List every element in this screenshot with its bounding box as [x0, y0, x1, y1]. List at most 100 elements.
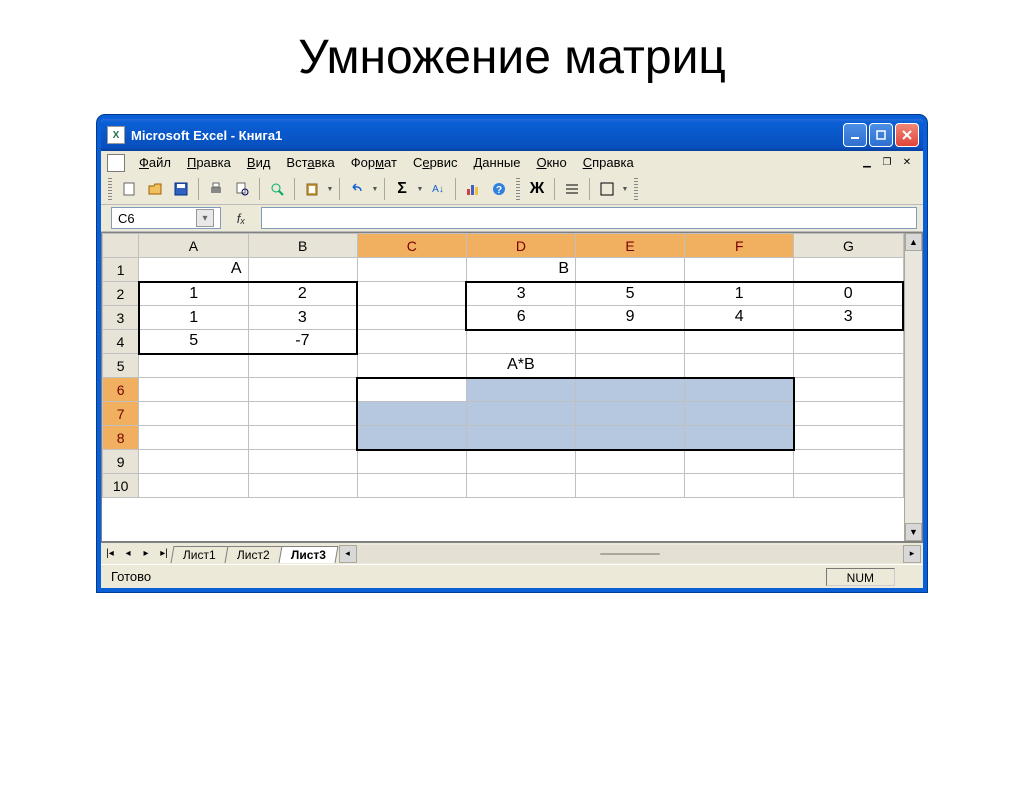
row-header-4[interactable]: 4: [103, 330, 139, 354]
menu-help[interactable]: Справка: [575, 153, 642, 172]
cell-B3[interactable]: 3: [248, 306, 357, 330]
cell-C1[interactable]: [357, 258, 466, 282]
menu-tools[interactable]: Сервис: [405, 153, 466, 172]
maximize-button[interactable]: [869, 123, 893, 147]
sheet-tab-2[interactable]: Лист2: [224, 546, 282, 563]
print-preview-button[interactable]: [230, 177, 254, 201]
tab-nav-prev[interactable]: ◂: [119, 545, 137, 563]
undo-button[interactable]: [345, 177, 369, 201]
cell-F8[interactable]: [685, 426, 794, 450]
cell-F6[interactable]: [685, 378, 794, 402]
cell-G3[interactable]: 3: [794, 306, 903, 330]
cell-C7[interactable]: [357, 402, 466, 426]
fx-button[interactable]: fₓ: [227, 211, 255, 226]
row-header-7[interactable]: 7: [103, 402, 139, 426]
cell-F2[interactable]: 1: [685, 282, 794, 306]
borders-dropdown[interactable]: ▼: [621, 186, 629, 193]
cell-C6[interactable]: [357, 378, 466, 402]
scroll-down-button[interactable]: ▼: [905, 523, 922, 541]
menu-file[interactable]: Файл: [131, 153, 179, 172]
paste-button[interactable]: [300, 177, 324, 201]
name-box-dropdown[interactable]: ▾: [196, 209, 214, 227]
name-box[interactable]: C6 ▾: [111, 207, 221, 229]
cell-E9[interactable]: [576, 450, 685, 474]
row-header-9[interactable]: 9: [103, 450, 139, 474]
menu-data[interactable]: Данные: [465, 153, 528, 172]
row-header-1[interactable]: 1: [103, 258, 139, 282]
cell-G9[interactable]: [794, 450, 903, 474]
cell-G6[interactable]: [794, 378, 903, 402]
cell-D8[interactable]: [466, 426, 575, 450]
doc-minimize-button[interactable]: ▁: [859, 156, 875, 170]
cell-E6[interactable]: [576, 378, 685, 402]
cell-F3[interactable]: 4: [685, 306, 794, 330]
cell-D1[interactable]: B: [466, 258, 575, 282]
cell-C3[interactable]: [357, 306, 466, 330]
borders-button[interactable]: [595, 177, 619, 201]
cell-A10[interactable]: [139, 474, 248, 498]
cell-D9[interactable]: [466, 450, 575, 474]
window-close-button[interactable]: [895, 123, 919, 147]
menu-insert[interactable]: Вставка: [278, 153, 342, 172]
cell-C4[interactable]: [357, 330, 466, 354]
col-header-A[interactable]: A: [139, 234, 248, 258]
cell-A4[interactable]: 5: [139, 330, 248, 354]
cell-D10[interactable]: [466, 474, 575, 498]
cell-G10[interactable]: [794, 474, 903, 498]
cell-A3[interactable]: 1: [139, 306, 248, 330]
doc-close-button[interactable]: ✕: [899, 156, 915, 170]
cell-D4[interactable]: [466, 330, 575, 354]
autosum-dropdown[interactable]: ▼: [416, 186, 424, 193]
cell-F5[interactable]: [685, 354, 794, 378]
cell-E7[interactable]: [576, 402, 685, 426]
cell-C2[interactable]: [357, 282, 466, 306]
tab-nav-next[interactable]: ▸: [137, 545, 155, 563]
cell-D2[interactable]: 3: [466, 282, 575, 306]
cell-B10[interactable]: [248, 474, 357, 498]
scroll-track[interactable]: [905, 251, 922, 523]
cell-A1[interactable]: A: [139, 258, 248, 282]
cell-G7[interactable]: [794, 402, 903, 426]
cell-D3[interactable]: 6: [466, 306, 575, 330]
cell-F4[interactable]: [685, 330, 794, 354]
cell-G8[interactable]: [794, 426, 903, 450]
sort-button[interactable]: А↓: [426, 177, 450, 201]
cell-B9[interactable]: [248, 450, 357, 474]
save-button[interactable]: [169, 177, 193, 201]
cell-A6[interactable]: [139, 378, 248, 402]
cell-B2[interactable]: 2: [248, 282, 357, 306]
cell-B5[interactable]: [248, 354, 357, 378]
row-header-3[interactable]: 3: [103, 306, 139, 330]
col-header-G[interactable]: G: [794, 234, 903, 258]
cell-G5[interactable]: [794, 354, 903, 378]
cell-A7[interactable]: [139, 402, 248, 426]
new-button[interactable]: [117, 177, 141, 201]
cell-F10[interactable]: [685, 474, 794, 498]
col-header-E[interactable]: E: [576, 234, 685, 258]
cell-B6[interactable]: [248, 378, 357, 402]
help-button[interactable]: ?: [487, 177, 511, 201]
cell-E2[interactable]: 5: [576, 282, 685, 306]
row-header-8[interactable]: 8: [103, 426, 139, 450]
row-header-5[interactable]: 5: [103, 354, 139, 378]
col-header-F[interactable]: F: [685, 234, 794, 258]
cell-E4[interactable]: [576, 330, 685, 354]
col-header-B[interactable]: B: [248, 234, 357, 258]
cell-C8[interactable]: [357, 426, 466, 450]
menu-edit[interactable]: Правка: [179, 153, 239, 172]
autosum-button[interactable]: Σ: [390, 177, 414, 201]
undo-dropdown[interactable]: ▼: [371, 186, 379, 193]
cell-D7[interactable]: [466, 402, 575, 426]
hscroll-thumb[interactable]: [600, 553, 660, 555]
cell-A5[interactable]: [139, 354, 248, 378]
cell-F7[interactable]: [685, 402, 794, 426]
col-header-D[interactable]: D: [466, 234, 575, 258]
cell-B8[interactable]: [248, 426, 357, 450]
scroll-up-button[interactable]: ▲: [905, 233, 922, 251]
select-all-corner[interactable]: [103, 234, 139, 258]
col-header-C[interactable]: C: [357, 234, 466, 258]
print-button[interactable]: [204, 177, 228, 201]
tab-nav-first[interactable]: |◂: [101, 545, 119, 563]
formula-input[interactable]: [261, 207, 917, 229]
row-header-6[interactable]: 6: [103, 378, 139, 402]
